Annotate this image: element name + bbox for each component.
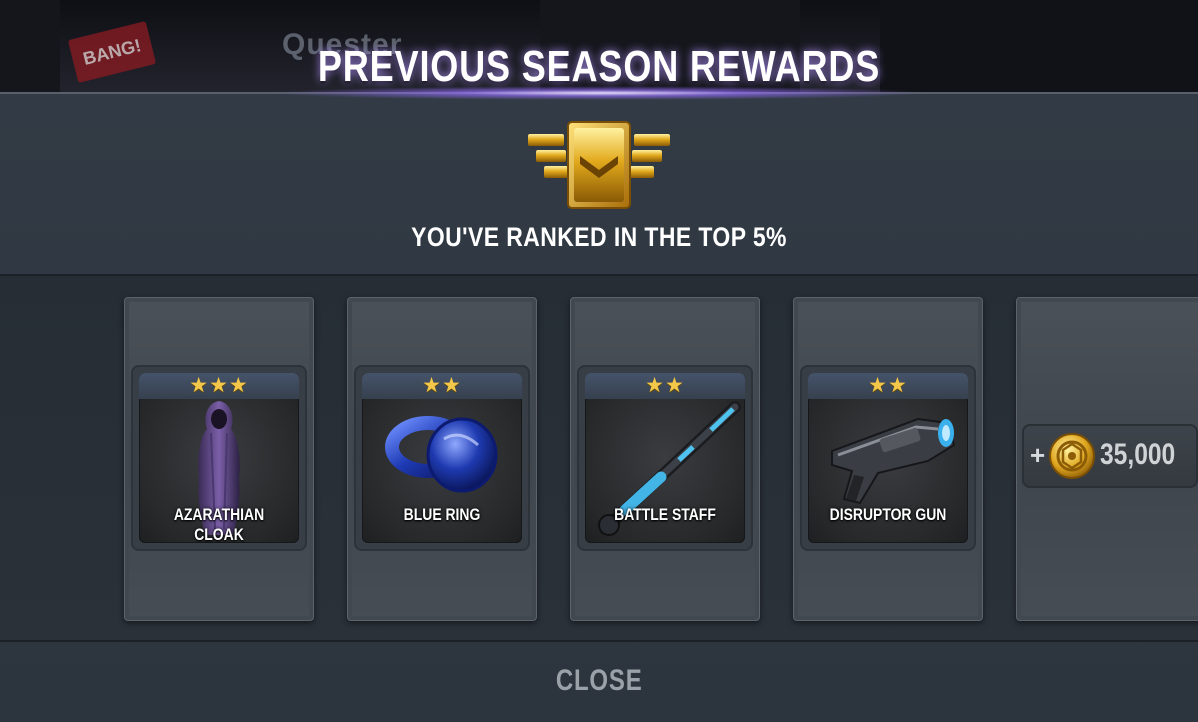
- reward-slot: ★★ DISRUPTOR GUN: [800, 365, 976, 551]
- gold-rank-chevron-icon: [528, 121, 670, 209]
- star-rating: ★★: [362, 373, 522, 399]
- item-frame: ★★ BATTLE STAFF: [585, 373, 745, 543]
- item-name: DISRUPTOR GUN: [829, 505, 947, 524]
- item-name: AZARATHIAN CLOAK: [173, 505, 265, 543]
- item-frame: ★★ DISRUPTOR GUN: [808, 373, 968, 543]
- close-button-label: CLOSE: [555, 664, 643, 697]
- credits-reward: + 35,000: [1022, 424, 1198, 488]
- reward-card[interactable]: ★★ DISRUPTOR GUN: [793, 297, 983, 621]
- reward-slot: ★★ BATTLE STAFF: [577, 365, 753, 551]
- item-frame: ★★★ AZARATHIAN CLOAK: [139, 373, 299, 543]
- credits-amount: 35,000: [1100, 438, 1176, 471]
- item-name: BLUE RING: [403, 505, 481, 524]
- reward-card[interactable]: ★★ BATTLE STAFF: [570, 297, 760, 621]
- rank-message: YOU'VE RANKED IN THE TOP 5%: [411, 222, 787, 252]
- reward-slot: ★★★ AZARATHIAN CLOAK: [131, 365, 307, 551]
- background-card: [0, 0, 60, 92]
- star-rating: ★★: [808, 373, 968, 399]
- item-name: BATTLE STAFF: [614, 505, 716, 524]
- star-rating: ★★★: [139, 373, 299, 399]
- page-title: PREVIOUS SEASON REWARDS: [317, 42, 881, 91]
- reward-card[interactable]: ★★★ AZARATHIAN CLOAK: [124, 297, 314, 621]
- credits-plus: +: [1030, 440, 1046, 470]
- reward-card[interactable]: ★★ BLUE RING: [347, 297, 537, 621]
- reward-slot: ★★ BLUE RING: [354, 365, 530, 551]
- close-button[interactable]: CLOSE: [0, 642, 1198, 720]
- star-rating: ★★: [585, 373, 745, 399]
- item-frame: ★★ BLUE RING: [362, 373, 522, 543]
- gold-coin-icon: [1049, 433, 1095, 479]
